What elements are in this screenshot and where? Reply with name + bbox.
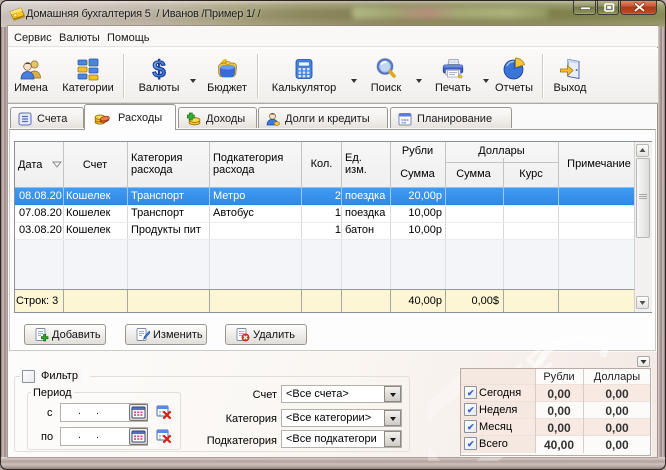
svg-text:$: $ [152,57,166,81]
